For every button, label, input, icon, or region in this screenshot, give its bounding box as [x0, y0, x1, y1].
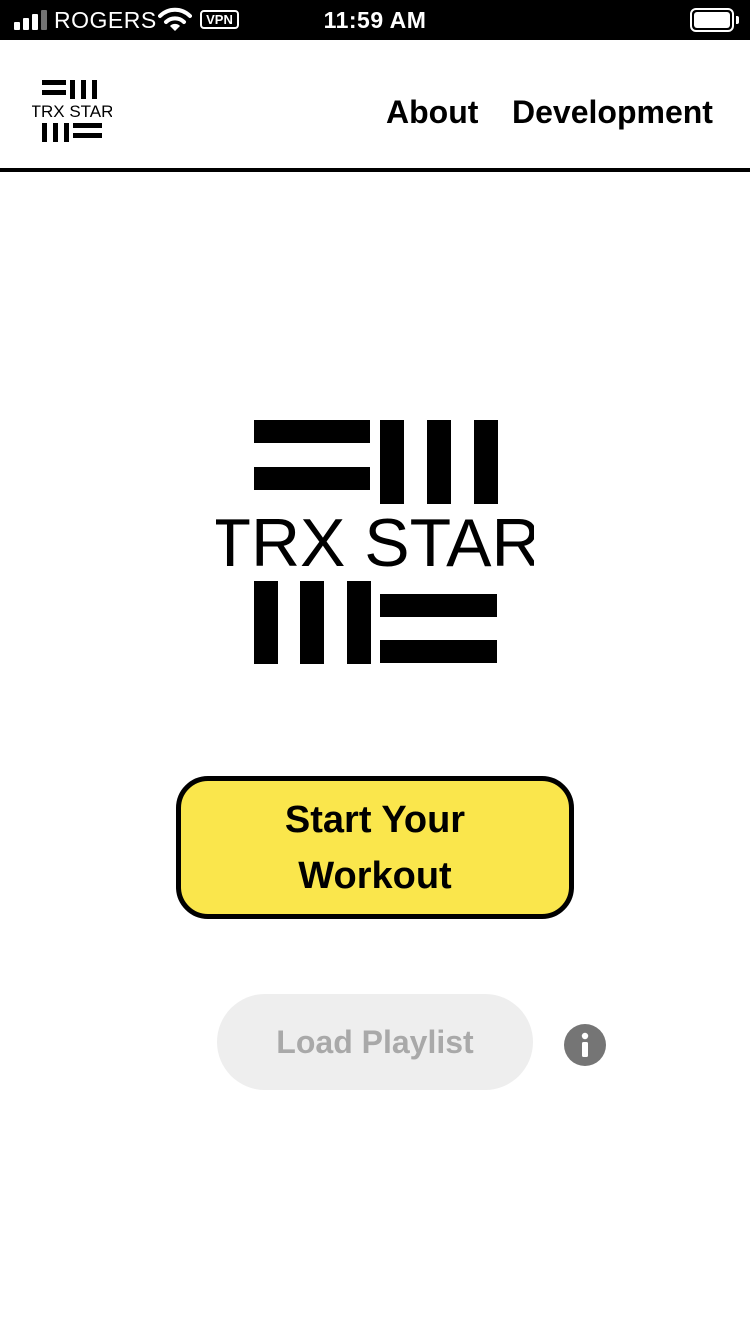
hero-logo-text: TRX STAR: [216, 505, 534, 581]
vpn-icon: VPN: [200, 10, 239, 29]
hero-logo: TRX STAR: [216, 420, 534, 664]
app-header: TRX STAR About Development: [0, 40, 750, 172]
wifi-icon: [158, 7, 192, 31]
signal-icon: [14, 10, 48, 30]
start-workout-label: Start Your Workout: [284, 798, 466, 897]
start-workout-button[interactable]: Start Your Workout: [176, 776, 574, 919]
nav-about-link[interactable]: About: [386, 92, 478, 132]
carrier-name: ROGERS: [54, 7, 157, 33]
status-time: 11:59 AM: [323, 7, 427, 33]
app-screen: ROGERS VPN 11:59 AM TRX STAR About Devel…: [0, 0, 750, 1334]
trx-star-logo[interactable]: TRX STAR: [32, 80, 112, 144]
nav-development-link[interactable]: Development: [512, 92, 713, 132]
load-playlist-button[interactable]: Load Playlist: [217, 994, 533, 1090]
info-icon[interactable]: [564, 1024, 606, 1066]
logo-text: TRX STAR: [32, 102, 112, 121]
load-playlist-label: Load Playlist: [276, 1023, 474, 1060]
status-bar: ROGERS VPN 11:59 AM: [0, 0, 750, 40]
battery-icon: [690, 8, 740, 32]
